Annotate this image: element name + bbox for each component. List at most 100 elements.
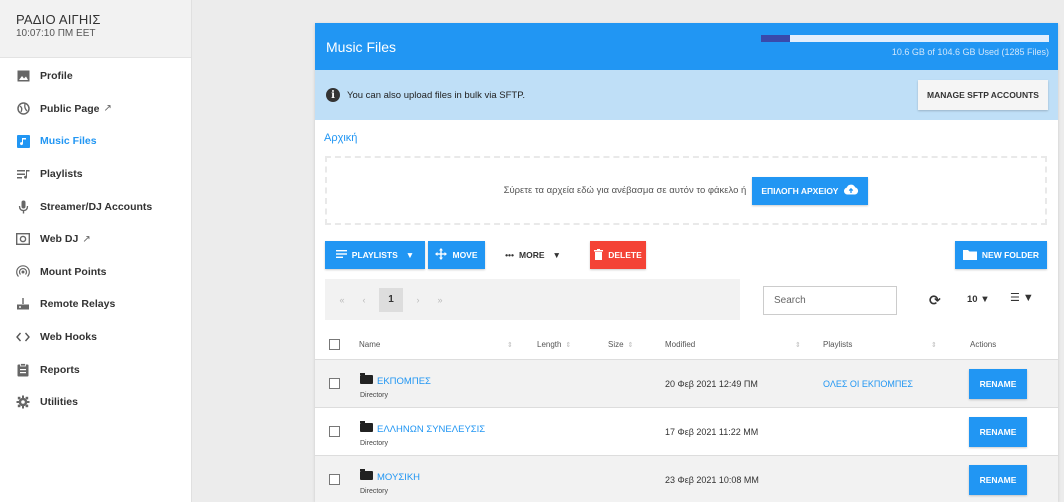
move-icon bbox=[435, 248, 448, 262]
playlist-link[interactable]: ΟΛΕΣ ΟΙ ΕΚΠΟΜΠΕΣ bbox=[823, 379, 913, 389]
folder-icon bbox=[962, 249, 977, 262]
new-folder-button-label: NEW FOLDER bbox=[981, 250, 1040, 260]
sidebar-item-web-hooks[interactable]: Web Hooks bbox=[0, 321, 191, 354]
per-page-select[interactable]: 10 ▼ bbox=[967, 294, 990, 305]
sidebar-item-streamer-accounts[interactable]: Streamer/DJ Accounts bbox=[0, 190, 191, 223]
modified-date: 23 Φεβ 2021 10:08 ΜΜ bbox=[665, 475, 759, 485]
column-header-label: Size bbox=[608, 340, 624, 349]
sort-icon[interactable]: ⇕ bbox=[507, 341, 513, 349]
search-input[interactable] bbox=[763, 286, 897, 315]
more-dropdown-button[interactable]: ••• MORE ▼ bbox=[497, 241, 569, 269]
gear-icon bbox=[16, 395, 30, 409]
column-filter-toggle[interactable]: ☰ ▼ bbox=[1010, 291, 1034, 304]
files-table: Name ⇕ Length ⇕ Size ⇕ Modified ⇕ Playlist… bbox=[315, 330, 1058, 502]
sidebar-item-label: Web Hooks bbox=[40, 331, 97, 344]
playlist-icon bbox=[335, 250, 347, 260]
row-checkbox[interactable] bbox=[329, 426, 340, 437]
sidebar-item-remote-relays[interactable]: Remote Relays bbox=[0, 288, 191, 321]
table-controls: « ‹ 1 › » ⟳ 10 ▼ ☰ ▼ bbox=[325, 279, 1047, 320]
sidebar-item-profile[interactable]: Profile bbox=[0, 60, 191, 93]
file-toolbar: PLAYLISTS ▼ MOVE ••• MORE ▼ DELETE NEW F… bbox=[325, 241, 1047, 269]
station-name: ΡΑΔΙΟ ΑΙΓΗΙΣ bbox=[16, 12, 101, 27]
sidebar-item-label: Web DJ bbox=[40, 233, 79, 246]
sidebar-item-mount-points[interactable]: Mount Points bbox=[0, 256, 191, 289]
globe-icon bbox=[16, 102, 30, 116]
sidebar-nav: Profile Public Page ↗ Music Files Playli… bbox=[0, 58, 191, 419]
storage-quota-bar bbox=[761, 35, 1049, 42]
sort-icon[interactable]: ⇕ bbox=[931, 341, 937, 349]
modified-date: 17 Φεβ 2021 11:22 ΜΜ bbox=[665, 427, 759, 437]
row-checkbox[interactable] bbox=[329, 378, 340, 389]
caret-down-icon: ▼ bbox=[405, 250, 415, 260]
manage-sftp-button[interactable]: MANAGE SFTP ACCOUNTS bbox=[918, 80, 1048, 110]
file-type: Directory bbox=[360, 488, 389, 495]
per-page-value: 10 bbox=[967, 294, 978, 305]
caret-down-icon: ▼ bbox=[552, 250, 561, 260]
file-type: Directory bbox=[360, 392, 389, 399]
breadcrumb-home[interactable]: Αρχική bbox=[324, 132, 357, 144]
delete-button-label: DELETE bbox=[608, 250, 642, 260]
column-header-playlists[interactable]: Playlists bbox=[823, 340, 852, 349]
code-icon bbox=[16, 330, 30, 344]
row-checkbox[interactable] bbox=[329, 474, 340, 485]
external-link-icon: ↗ bbox=[82, 233, 91, 245]
pagination-prev[interactable]: ‹ bbox=[353, 295, 375, 305]
sidebar-item-public-page[interactable]: Public Page ↗ bbox=[0, 93, 191, 126]
file-name-link[interactable]: ΕΚΠΟΜΠΕΣ bbox=[377, 376, 431, 387]
music-library-icon bbox=[16, 134, 30, 148]
column-header-modified[interactable]: Modified bbox=[665, 340, 695, 349]
upload-dropzone[interactable]: Σύρετε τα αρχεία εδώ για ανέβασμα σε αυτ… bbox=[325, 156, 1047, 225]
speaker-icon bbox=[16, 232, 30, 246]
folder-icon bbox=[360, 421, 373, 433]
table-row: ΕΚΠΟΜΠΕΣ Directory 20 Φεβ 2021 12:49 ΠΜ … bbox=[315, 360, 1058, 408]
sort-icon[interactable]: ⇕ bbox=[795, 341, 801, 349]
file-type: Directory bbox=[360, 440, 389, 447]
cloud-upload-icon bbox=[843, 184, 859, 197]
playlist-icon bbox=[16, 167, 30, 181]
refresh-icon[interactable]: ⟳ bbox=[929, 292, 941, 309]
sftp-info-text: You can also upload files in bulk via SF… bbox=[347, 89, 525, 101]
storage-quota-text: 10.6 GB of 104.6 GB Used (1285 Files) bbox=[891, 47, 1049, 57]
file-name-link[interactable]: ΜΟΥΣΙΚΗ bbox=[377, 472, 420, 483]
playlists-dropdown-button[interactable]: PLAYLISTS ▼ bbox=[325, 241, 425, 269]
sidebar-item-label: Profile bbox=[40, 70, 73, 83]
table-row: ΜΟΥΣΙΚΗ Directory 23 Φεβ 2021 10:08 ΜΜ R… bbox=[315, 456, 1058, 502]
external-link-icon: ↗ bbox=[103, 103, 112, 115]
pagination-first[interactable]: « bbox=[331, 295, 353, 305]
station-header: ΡΑΔΙΟ ΑΙΓΗΙΣ 10:07:10 ΠΜ EET bbox=[0, 0, 191, 58]
folder-icon bbox=[360, 373, 373, 385]
pagination-next[interactable]: › bbox=[407, 295, 429, 305]
sidebar-item-web-dj[interactable]: Web DJ ↗ bbox=[0, 223, 191, 256]
pagination-current-page[interactable]: 1 bbox=[379, 287, 403, 312]
new-folder-button[interactable]: NEW FOLDER bbox=[955, 241, 1047, 269]
column-header-label: Playlists bbox=[823, 340, 853, 349]
column-header-name[interactable]: Name bbox=[359, 340, 380, 349]
table-header: Name ⇕ Length ⇕ Size ⇕ Modified ⇕ Playlist… bbox=[315, 330, 1058, 360]
rename-button[interactable]: RENAME bbox=[969, 417, 1027, 447]
delete-button[interactable]: DELETE bbox=[590, 241, 646, 269]
move-button[interactable]: MOVE bbox=[428, 241, 485, 269]
sidebar-item-reports[interactable]: Reports bbox=[0, 353, 191, 386]
file-name-link[interactable]: ΕΛΛΗΝΩΝ ΣΥΝΕΛΕΥΣΙΣ bbox=[377, 424, 485, 435]
sidebar-item-label: Music Files bbox=[40, 135, 97, 148]
column-header-length[interactable]: Length ⇕ bbox=[537, 340, 571, 349]
rename-button[interactable]: RENAME bbox=[969, 369, 1027, 399]
pagination-last[interactable]: » bbox=[429, 295, 451, 305]
image-icon bbox=[16, 69, 30, 83]
choose-file-label: ΕΠΙΛΟΓΗ ΑΡΧΕΙΟΥ bbox=[761, 185, 839, 196]
sidebar-item-playlists[interactable]: Playlists bbox=[0, 158, 191, 191]
sidebar-item-music-files[interactable]: Music Files bbox=[0, 125, 191, 158]
column-header-size[interactable]: Size ⇕ bbox=[608, 340, 633, 349]
folder-icon bbox=[360, 469, 373, 481]
sidebar-item-utilities[interactable]: Utilities bbox=[0, 386, 191, 419]
sftp-info-bar: i You can also upload files in bulk via … bbox=[315, 70, 1058, 120]
select-all-checkbox[interactable] bbox=[329, 339, 340, 350]
sidebar-item-label: Playlists bbox=[40, 168, 83, 181]
sidebar-item-label: Remote Relays bbox=[40, 298, 116, 311]
trash-icon bbox=[594, 248, 604, 262]
sidebar-item-label: Public Page bbox=[40, 102, 100, 115]
column-header-label: Modified bbox=[665, 340, 696, 349]
rename-button[interactable]: RENAME bbox=[969, 465, 1027, 495]
info-icon: i bbox=[326, 88, 340, 102]
choose-file-button[interactable]: ΕΠΙΛΟΓΗ ΑΡΧΕΙΟΥ bbox=[752, 176, 869, 205]
